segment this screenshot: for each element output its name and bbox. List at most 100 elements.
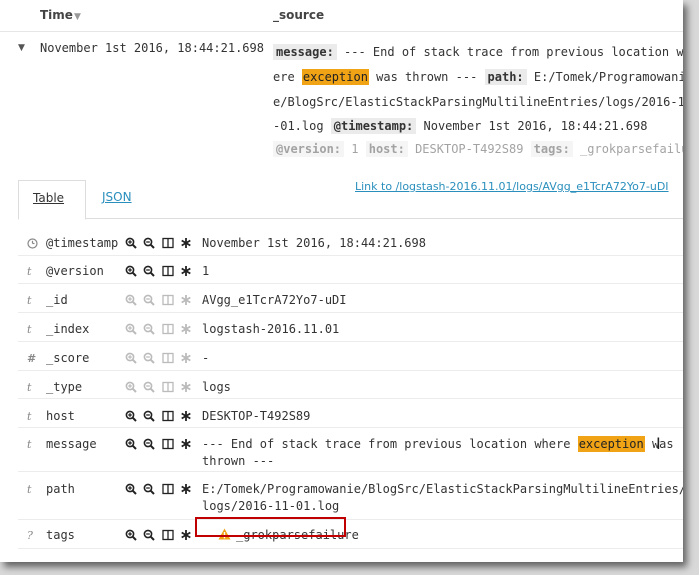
field-value: DESKTOP-T492S89 [202, 409, 311, 423]
source-text: E:/Tomek/Programowani [526, 70, 683, 84]
source-field-key: host: [365, 141, 408, 157]
string-type-icon: t [27, 265, 32, 278]
toggle-column-icon[interactable] [162, 483, 174, 495]
toggle-column-icon[interactable] [162, 529, 174, 541]
field-name: @timestamp [46, 236, 119, 250]
field-actions [125, 438, 195, 452]
filter-for-value-icon[interactable] [125, 438, 137, 450]
field-actions [125, 265, 195, 279]
source-column-header: _source [273, 8, 325, 22]
unknown-type-icon: ? [27, 529, 33, 542]
filter-exists-icon[interactable] [180, 237, 192, 249]
filter-exists-icon[interactable] [180, 294, 192, 306]
tab-json[interactable]: JSON [102, 190, 132, 204]
filter-for-value-icon[interactable] [125, 483, 137, 495]
filter-out-value-icon[interactable] [143, 529, 155, 541]
filter-out-value-icon[interactable] [143, 438, 155, 450]
source-field-key: message: [273, 44, 337, 60]
toggle-column-icon[interactable] [162, 265, 174, 277]
filter-for-value-icon[interactable] [125, 352, 137, 364]
string-type-icon: t [27, 381, 32, 394]
filter-out-value-icon[interactable] [143, 323, 155, 335]
field-value: E:/Tomek/Programowanie/BlogSrc/ElasticSt… [202, 482, 683, 513]
field-row-message: t message --- End of stack trace from prev… [18, 427, 683, 472]
field-row-type: t _type logs [18, 370, 683, 399]
field-actions [125, 410, 195, 424]
filter-out-value-icon[interactable] [143, 237, 155, 249]
filter-exists-icon[interactable] [180, 323, 192, 335]
toggle-column-icon[interactable] [162, 352, 174, 364]
field-value: AVgg_e1TcrA72Yo7-uDI [202, 293, 347, 307]
source-line: -01.log @timestamp: November 1st 2016, 1… [273, 117, 647, 135]
field-name: _id [46, 293, 68, 307]
toggle-column-icon[interactable] [162, 237, 174, 249]
field-name: tags [46, 528, 75, 542]
field-actions [125, 529, 195, 543]
field-value: logstash-2016.11.01 [202, 322, 340, 336]
source-line: @version: 1 host: DESKTOP-T492S89 tags: … [273, 140, 683, 158]
source-field-key: path: [484, 69, 527, 85]
toggle-column-icon[interactable] [162, 294, 174, 306]
field-actions [125, 323, 195, 337]
string-type-icon: t [27, 483, 32, 496]
filter-for-value-icon[interactable] [125, 237, 137, 249]
filter-for-value-icon[interactable] [125, 529, 137, 541]
search-highlight: exception [577, 436, 645, 452]
field-name: _type [46, 380, 83, 394]
document-panel: Time ▼ _source ▼ November 1st 2016, 18:4… [0, 0, 683, 562]
field-row-path: t path E:/Tomek/Programowanie/BlogSrc/Elas… [18, 471, 683, 520]
source-text: DESKTOP-T492S89 [407, 142, 531, 156]
filter-out-value-icon[interactable] [143, 352, 155, 364]
field-row-id: t _id AVgg_e1TcrA72Yo7-uDI [18, 283, 683, 313]
filter-exists-icon[interactable] [180, 265, 192, 277]
field-row-version: t @version 1 [18, 255, 683, 284]
filter-exists-icon[interactable] [180, 381, 192, 393]
filter-exists-icon[interactable] [180, 529, 192, 541]
document-time: November 1st 2016, 18:44:21.698 [40, 41, 264, 55]
filter-for-value-icon[interactable] [125, 294, 137, 306]
string-type-icon: t [27, 438, 32, 451]
field-name: message [46, 437, 97, 451]
toggle-column-icon[interactable] [162, 410, 174, 422]
filter-out-value-icon[interactable] [143, 381, 155, 393]
field-name: _score [46, 351, 90, 365]
filter-exists-icon[interactable] [180, 483, 192, 495]
filter-out-value-icon[interactable] [143, 410, 155, 422]
source-field-key: tags: [530, 141, 573, 157]
filter-for-value-icon[interactable] [125, 381, 137, 393]
filter-for-value-icon[interactable] [125, 410, 137, 422]
source-text: 1 [344, 142, 366, 156]
source-line: ere exception was thrown --- path: E:/To… [273, 68, 683, 86]
search-highlight: exception [301, 69, 369, 85]
tab-table[interactable]: Table [18, 180, 86, 220]
filter-out-value-icon[interactable] [143, 483, 155, 495]
field-actions [125, 352, 195, 366]
source-field-key: @timestamp: [330, 118, 417, 134]
collapse-caret-icon[interactable]: ▼ [18, 43, 25, 53]
filter-out-value-icon[interactable] [143, 265, 155, 277]
source-text: November 1st 2016, 18:44:21.698 [416, 119, 648, 133]
string-type-icon: t [27, 294, 32, 307]
sort-desc-icon[interactable]: ▼ [74, 12, 81, 22]
field-row-score: # _score - [18, 341, 683, 371]
toggle-column-icon[interactable] [162, 381, 174, 393]
filter-out-value-icon[interactable] [143, 294, 155, 306]
filter-for-value-icon[interactable] [125, 265, 137, 277]
source-field-key: @version: [273, 141, 345, 157]
field-name: host [46, 409, 75, 423]
source-text: was thrown --- [368, 70, 485, 84]
string-type-icon: t [27, 410, 32, 423]
date-type-icon [27, 237, 38, 252]
field-name: @version [46, 264, 104, 278]
time-column-header[interactable]: Time [40, 8, 73, 22]
filter-for-value-icon[interactable] [125, 323, 137, 335]
source-text: --- End of stack trace from previous loc… [336, 45, 683, 59]
filter-exists-icon[interactable] [180, 352, 192, 364]
toggle-column-icon[interactable] [162, 323, 174, 335]
single-document-link[interactable]: Link to /logstash-2016.11.01/logs/AVgg_e… [355, 180, 669, 193]
field-value: November 1st 2016, 18:44:21.698 [202, 236, 426, 250]
source-line: message: --- End of stack trace from pre… [273, 43, 683, 61]
filter-exists-icon[interactable] [180, 438, 192, 450]
toggle-column-icon[interactable] [162, 438, 174, 450]
filter-exists-icon[interactable] [180, 410, 192, 422]
